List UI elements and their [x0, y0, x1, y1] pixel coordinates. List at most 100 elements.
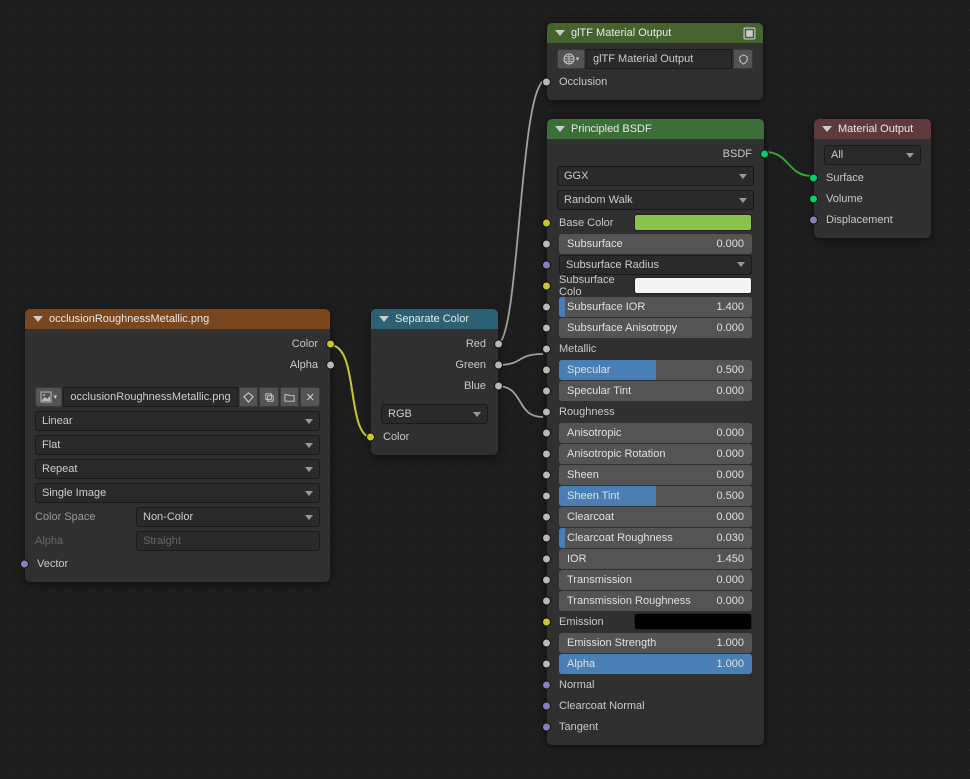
specularTint-field[interactable]: Specular Tint 0.000: [559, 381, 752, 401]
socket-alpha[interactable]: [542, 659, 551, 668]
socket-displacement-in[interactable]: [809, 215, 818, 224]
gltf-name-field[interactable]: glTF Material Output: [586, 49, 732, 69]
socket-color-out[interactable]: [326, 339, 335, 348]
socket-specular[interactable]: [542, 365, 551, 374]
socket-emission[interactable]: [542, 617, 551, 626]
socket-subsurfaceColor[interactable]: [542, 281, 551, 290]
principled-bsdf-node[interactable]: Principled BSDF BSDF GGX Random Walk Bas…: [547, 119, 764, 745]
target-select[interactable]: All: [824, 145, 921, 165]
socket-anisotropicRot[interactable]: [542, 449, 551, 458]
collapse-icon[interactable]: [822, 126, 832, 132]
unlink-icon[interactable]: ✕: [300, 387, 320, 407]
socket-clearcoatRough[interactable]: [542, 533, 551, 542]
projection-select[interactable]: Flat: [35, 435, 320, 455]
separate-color-node[interactable]: Separate Color Red Green Blue RGB Color: [371, 309, 498, 455]
socket-normal[interactable]: [542, 680, 551, 689]
emissionStrength-field[interactable]: Emission Strength 1.000: [559, 633, 752, 653]
node-header[interactable]: Separate Color: [371, 309, 498, 329]
specular-field[interactable]: Specular 0.500: [559, 360, 752, 380]
socket-emissionStrength[interactable]: [542, 638, 551, 647]
sss-method-select[interactable]: Random Walk: [557, 190, 754, 210]
node-header[interactable]: glTF Material Output: [547, 23, 763, 43]
sheen-field[interactable]: Sheen 0.000: [559, 465, 752, 485]
socket-metallic[interactable]: [542, 344, 551, 353]
world-icon[interactable]: ▾: [557, 49, 585, 69]
anisotropicRot-field[interactable]: Anisotropic Rotation 0.000: [559, 444, 752, 464]
socket-tangent[interactable]: [542, 722, 551, 731]
sheenTint-field[interactable]: Sheen Tint 0.500: [559, 486, 752, 506]
transmission-field[interactable]: Transmission 0.000: [559, 570, 752, 590]
socket-ior[interactable]: [542, 554, 551, 563]
socket-subsurface[interactable]: [542, 239, 551, 248]
sheenTint-label: Sheen Tint: [567, 490, 716, 502]
node-header[interactable]: occlusionRoughnessMetallic.png: [25, 309, 330, 329]
subsurfacecolor-swatch[interactable]: [634, 277, 752, 294]
sheen-label: Sheen: [567, 469, 716, 481]
socket-roughness[interactable]: [542, 407, 551, 416]
socket-subsurfaceAniso[interactable]: [542, 323, 551, 332]
node-header[interactable]: Material Output: [814, 119, 931, 139]
ior-label: IOR: [567, 553, 716, 565]
socket-sheen[interactable]: [542, 470, 551, 479]
transmissionRough-field[interactable]: Transmission Roughness 0.000: [559, 591, 752, 611]
socket-basecolor[interactable]: [542, 218, 551, 227]
nodegroup-icon[interactable]: [741, 25, 757, 41]
socket-volume-in[interactable]: [809, 194, 818, 203]
interpolation-select[interactable]: Linear: [35, 411, 320, 431]
socket-surface-in[interactable]: [809, 173, 818, 182]
socket-color-in[interactable]: [366, 432, 375, 441]
alpha-value: 1.000: [716, 658, 744, 670]
gltf-output-node[interactable]: glTF Material Output ▾ glTF Material Out…: [547, 23, 763, 100]
specular-label: Specular: [567, 364, 716, 376]
alpha-field[interactable]: Alpha 1.000: [559, 654, 752, 674]
duplicate-icon[interactable]: [259, 387, 279, 407]
socket-blue-out[interactable]: [494, 381, 503, 390]
extension-select[interactable]: Repeat: [35, 459, 320, 479]
emissionStrength-label: Emission Strength: [567, 637, 716, 649]
collapse-icon[interactable]: [33, 316, 43, 322]
socket-subsurfaceRadius[interactable]: [542, 260, 551, 269]
socket-alpha-out[interactable]: [326, 360, 335, 369]
socket-specularTint[interactable]: [542, 386, 551, 395]
ior-field[interactable]: IOR 1.450: [559, 549, 752, 569]
subsurfaceAniso-field[interactable]: Subsurface Anisotropy 0.000: [559, 318, 752, 338]
image-name-field[interactable]: occlusionRoughnessMetallic.png: [63, 387, 237, 407]
clearcoat-field[interactable]: Clearcoat 0.000: [559, 507, 752, 527]
subsurface-field[interactable]: Subsurface 0.000: [559, 234, 752, 254]
subsurfaceIOR-value: 1.400: [716, 301, 744, 313]
node-header[interactable]: Principled BSDF: [547, 119, 764, 139]
displacement-input: Displacement: [826, 214, 893, 226]
emission-swatch[interactable]: [634, 613, 752, 630]
socket-occlusion-in[interactable]: [542, 77, 551, 86]
fake-user-icon[interactable]: [239, 387, 259, 407]
subsurface-radius-select[interactable]: Subsurface Radius: [559, 255, 752, 275]
basecolor-swatch[interactable]: [634, 214, 752, 231]
roughness-label: Roughness: [559, 406, 615, 418]
socket-red-out[interactable]: [494, 339, 503, 348]
shield-icon[interactable]: [733, 49, 753, 69]
distribution-select[interactable]: GGX: [557, 166, 754, 186]
clearcoatRough-field[interactable]: Clearcoat Roughness 0.030: [559, 528, 752, 548]
socket-vector-in[interactable]: [20, 559, 29, 568]
image-icon[interactable]: ▾: [35, 387, 62, 407]
colorspace-select[interactable]: Non-Color: [136, 507, 320, 527]
collapse-icon[interactable]: [555, 126, 565, 132]
collapse-icon[interactable]: [379, 316, 389, 322]
image-texture-node[interactable]: occlusionRoughnessMetallic.png Color Alp…: [25, 309, 330, 582]
socket-transmissionRough[interactable]: [542, 596, 551, 605]
socket-clearcoat[interactable]: [542, 512, 551, 521]
socket-clearcoatNormal[interactable]: [542, 701, 551, 710]
socket-transmission[interactable]: [542, 575, 551, 584]
socket-bsdf-out[interactable]: [760, 149, 769, 158]
socket-subsurfaceIOR[interactable]: [542, 302, 551, 311]
anisotropic-field[interactable]: Anisotropic 0.000: [559, 423, 752, 443]
subsurfaceIOR-field[interactable]: Subsurface IOR 1.400: [559, 297, 752, 317]
mode-select[interactable]: RGB: [381, 404, 488, 424]
socket-green-out[interactable]: [494, 360, 503, 369]
socket-sheenTint[interactable]: [542, 491, 551, 500]
material-output-node[interactable]: Material Output All Surface Volume Displ…: [814, 119, 931, 238]
collapse-icon[interactable]: [555, 30, 565, 36]
socket-anisotropic[interactable]: [542, 428, 551, 437]
open-file-icon[interactable]: [280, 387, 300, 407]
source-select[interactable]: Single Image: [35, 483, 320, 503]
